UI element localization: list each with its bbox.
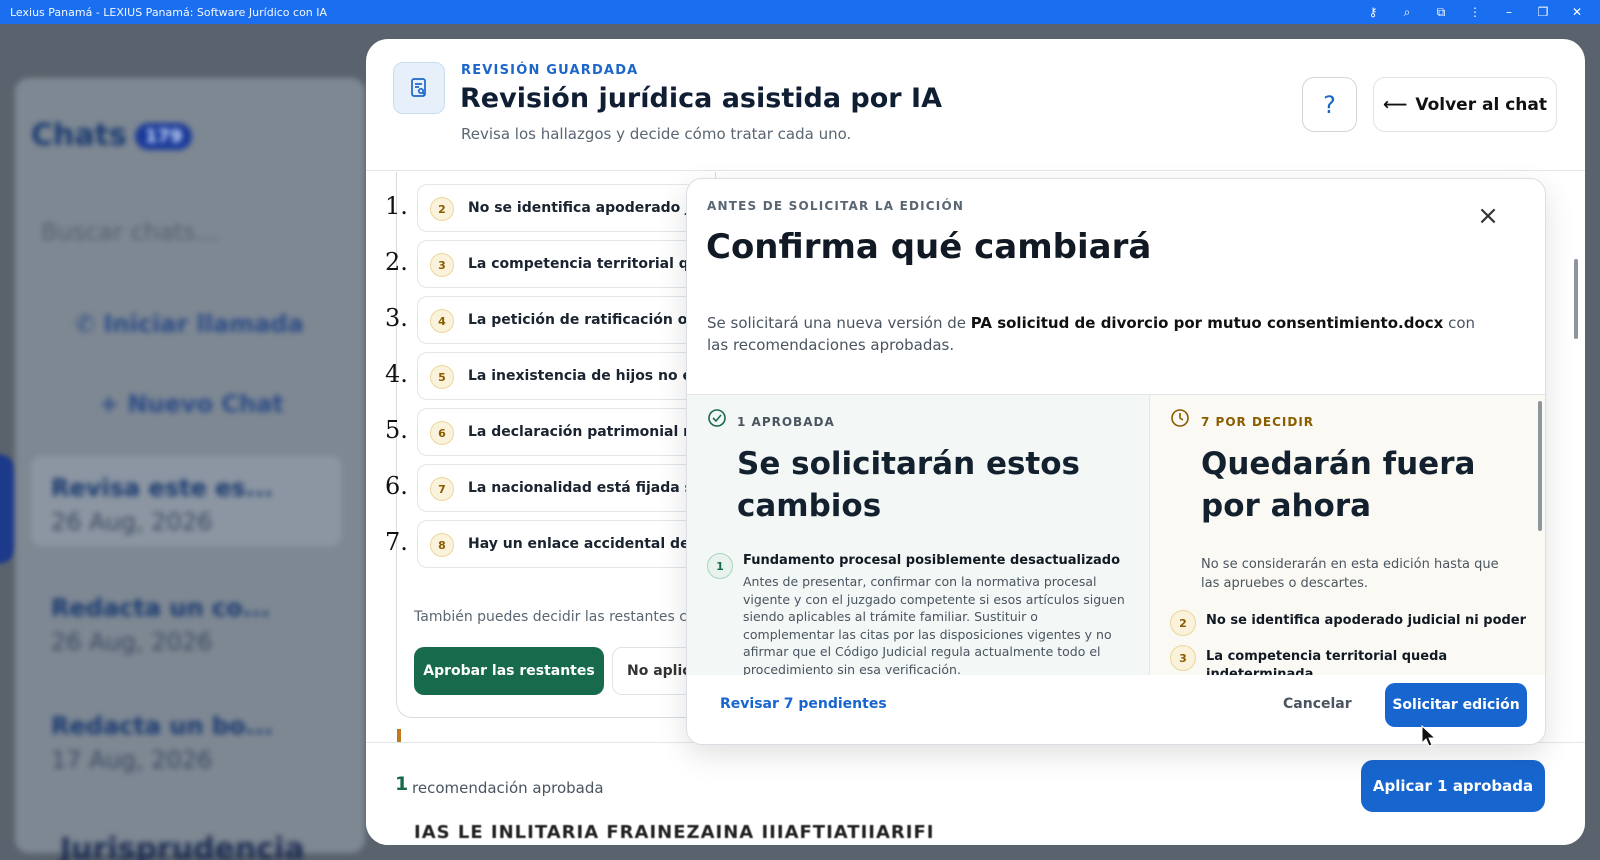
findings-list: 1. 2 No se identifica apoderado ju 2. 3 La…	[385, 172, 717, 718]
finding-number-badge: 5	[430, 365, 454, 389]
approve-remaining-button[interactable]: Aprobar las restantes	[414, 647, 604, 695]
chat-item[interactable]: Revisa este es... 26 Aug, 2026	[31, 456, 341, 546]
finding-number-badge: 2	[430, 197, 454, 221]
chats-count-badge: 179	[134, 123, 193, 150]
approved-item-body: Antes de presentar, confirmar con la nor…	[743, 574, 1125, 675]
apply-approved-button[interactable]: Aplicar 1 aprobada	[1361, 760, 1545, 812]
dialog-title: Confirma qué cambiará	[706, 227, 1152, 267]
help-icon: ?	[1323, 90, 1336, 119]
window-titlebar: Lexius Panamá - LEXIUS Panamá: Software …	[0, 0, 1600, 24]
pending-item-title: No se identifica apoderado judicial ni p…	[1206, 613, 1527, 628]
back-to-chat-button[interactable]: ⟵ Volver al chat	[1373, 77, 1557, 132]
finding-row[interactable]: 3. 4 La petición de ratificación om	[385, 292, 727, 344]
finding-row[interactable]: 2. 3 La competencia territorial qu	[385, 236, 727, 288]
more-icon[interactable]: ⋮	[1458, 5, 1492, 19]
review-header: REVISIÓN GUARDADA Revisión jurídica asis…	[366, 39, 1585, 171]
window-controls: ⚷ ⌕ ⧉ ⋮ – ❐ ✕	[1356, 0, 1594, 24]
finding-number-badge: 8	[430, 533, 454, 557]
extension-icon[interactable]: ⧉	[1424, 5, 1458, 20]
document-filename: PA solicitud de divorcio por mutuo conse…	[970, 314, 1444, 332]
key-icon[interactable]: ⚷	[1356, 5, 1390, 19]
mouse-cursor-icon	[1421, 725, 1437, 747]
finding-number-badge: 7	[430, 477, 454, 501]
item-number-badge: 1	[707, 553, 733, 579]
chat-sidebar: Chats 179 Buscar chats... ✆ Iniciar llama…	[15, 78, 365, 853]
new-chat-button[interactable]: + Nuevo Chat	[99, 390, 284, 418]
dialog-footer: Revisar 7 pendientes Cancelar Solicitar …	[687, 674, 1545, 744]
finding-row[interactable]: 6. 7 La nacionalidad está fijada si	[385, 460, 727, 512]
help-button[interactable]: ?	[1302, 77, 1357, 132]
chat-item[interactable]: Redacta un bo... 17 Aug, 2026	[31, 694, 341, 784]
confirm-edit-dialog: ANTES DE SOLICITAR LA EDICIÓN Confirma q…	[686, 178, 1546, 745]
check-circle-icon	[708, 409, 726, 427]
finding-row[interactable]: 1. 2 No se identifica apoderado ju	[385, 180, 727, 232]
decision-columns: 1 APROBADA Se solicitarán estos cambios …	[687, 394, 1545, 675]
background-bottom-label: Jurisprudencia	[60, 832, 305, 860]
request-edit-button[interactable]: Solicitar edición	[1385, 683, 1527, 727]
finding-number-badge: 6	[430, 421, 454, 445]
window-title: Lexius Panamá - LEXIUS Panamá: Software …	[10, 5, 328, 19]
review-pending-link[interactable]: Revisar 7 pendientes	[720, 696, 887, 712]
item-number-badge: 2	[1170, 610, 1196, 636]
chat-item[interactable]: Redacta un co... 26 Aug, 2026	[31, 576, 341, 666]
finding-number-badge: 4	[430, 309, 454, 333]
approved-badge: 1 APROBADA	[737, 415, 835, 429]
pending-column: 7 POR DECIDIR Quedarán fuera por ahora N…	[1149, 395, 1545, 675]
item-number-badge: 3	[1170, 645, 1196, 671]
remaining-decisions-text: También puedes decidir las restantes c	[414, 609, 687, 625]
start-call-button[interactable]: ✆ Iniciar llamada	[75, 310, 304, 338]
close-icon[interactable]: ✕	[1560, 5, 1594, 19]
pending-heading: Quedarán fuera por ahora	[1201, 446, 1476, 524]
dialog-description: Se solicitará una nueva versión de PA so…	[707, 314, 1476, 354]
clipped-text: IAS LE INLITARIA FRAINEZAINA IIIAFTIATII…	[414, 822, 935, 843]
pending-item-title: La competencia territorial queda indeter…	[1206, 649, 1448, 675]
close-icon: ×	[1477, 201, 1499, 231]
background-accent	[0, 454, 16, 564]
finding-number-badge: 3	[430, 253, 454, 277]
chat-search-input[interactable]: Buscar chats...	[41, 218, 219, 246]
approved-heading: Se solicitarán estos cambios	[737, 446, 1080, 524]
finding-row[interactable]: 7. 8 Hay un enlace accidental der	[385, 516, 727, 568]
finding-row[interactable]: 4. 5 La inexistencia de hijos no est	[385, 348, 727, 400]
document-review-icon	[393, 62, 445, 114]
finding-row[interactable]: 5. 6 La declaración patrimonial re	[385, 404, 727, 456]
cancel-button[interactable]: Cancelar	[1283, 696, 1352, 712]
pending-note: No se considerarán en esta edición hasta…	[1201, 557, 1499, 591]
page-title: Revisión jurídica asistida por IA	[460, 83, 942, 114]
columns-scrollbar[interactable]	[1538, 401, 1542, 531]
main-scrollbar[interactable]	[1574, 259, 1578, 339]
zoom-icon[interactable]: ⌕	[1390, 5, 1424, 20]
maximize-icon[interactable]: ❐	[1526, 5, 1560, 19]
approved-count-label: recomendación aprobada	[412, 779, 604, 797]
clock-icon	[1171, 409, 1189, 427]
pending-badge: 7 POR DECIDIR	[1201, 415, 1315, 429]
dialog-kicker: ANTES DE SOLICITAR LA EDICIÓN	[707, 199, 965, 213]
approved-count: 1	[395, 773, 409, 795]
minimize-icon[interactable]: –	[1492, 5, 1526, 19]
close-dialog-button[interactable]: ×	[1473, 201, 1503, 231]
approved-item-title: Fundamento procesal posiblemente desactu…	[743, 553, 1121, 568]
chats-heading: Chats 179	[31, 118, 193, 153]
approved-column: 1 APROBADA Se solicitarán estos cambios …	[687, 395, 1149, 675]
review-kicker: REVISIÓN GUARDADA	[461, 63, 639, 78]
page-subtitle: Revisa los hallazgos y decide cómo trata…	[461, 125, 852, 143]
arrow-left-icon: ⟵	[1382, 94, 1408, 115]
